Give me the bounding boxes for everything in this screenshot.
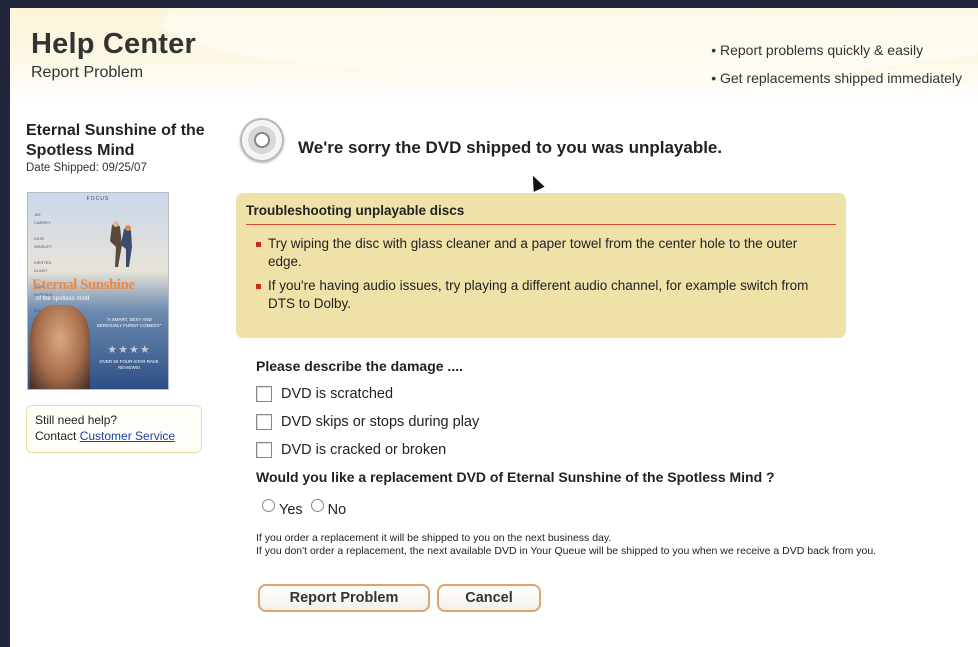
date-shipped: Date Shipped: 09/25/07: [26, 162, 147, 174]
poster-quote: "A SMART, SEXY AND SERIOUSLY FUNNY COMED…: [96, 317, 162, 328]
yes-radio[interactable]: [262, 498, 275, 512]
mouse-cursor-icon: [527, 173, 545, 192]
no-label: No: [327, 502, 347, 518]
replacement-question: Would you like a replacement DVD of Eter…: [256, 469, 775, 485]
checkbox-label: DVD is scratched: [281, 386, 394, 402]
help-text: Still need help?: [35, 413, 118, 427]
page-subtitle: Report Problem: [31, 64, 144, 81]
sorry-message: We're sorry the DVD shipped to you was u…: [298, 138, 723, 157]
troubleshooting-title: Troubleshooting unplayable discs: [246, 203, 836, 225]
yes-label: Yes: [279, 502, 303, 518]
movie-title: Eternal Sunshine of the Spotless Mind: [26, 122, 205, 159]
contact-prefix: Contact: [35, 429, 80, 443]
movie-poster-image: FOCUS JIM CARREY KATE WINSLET KIRSTEN DU…: [27, 192, 169, 390]
cancel-button[interactable]: Cancel: [437, 584, 541, 612]
header: Help Center Report Problem • Report prob…: [10, 8, 978, 100]
poster-couple-illustration: [110, 221, 132, 267]
sidebar: Eternal Sunshine of the Spotless Mind Da…: [26, 121, 216, 453]
feature-list: • Report problems quickly & easily • Get…: [711, 36, 962, 92]
help-box: Still need help? Contact Customer Servic…: [26, 405, 202, 453]
damage-option-cracked: DVD is cracked or broken: [256, 442, 446, 458]
help-center-page: Help Center Report Problem • Report prob…: [10, 8, 978, 647]
poster-face-photo: [30, 305, 90, 389]
checkbox-label: DVD is cracked or broken: [281, 442, 447, 458]
skips-checkbox[interactable]: [256, 414, 272, 430]
customer-service-link[interactable]: Customer Service: [80, 429, 175, 443]
poster-logo: Eternal Sunshine: [32, 277, 135, 293]
poster-studio: FOCUS: [86, 196, 110, 202]
scratched-checkbox[interactable]: [256, 386, 272, 402]
tip-item: Try wiping the disc with glass cleaner a…: [256, 235, 828, 271]
checkbox-label: DVD skips or stops during play: [281, 414, 480, 430]
feature-item: • Report problems quickly & easily: [711, 42, 924, 58]
damage-option-skips: DVD skips or stops during play: [256, 414, 479, 430]
troubleshooting-tips: Try wiping the disc with glass cleaner a…: [246, 235, 836, 313]
no-radio[interactable]: [310, 498, 324, 512]
replacement-radio-group: Yes No: [262, 498, 354, 518]
poster-reviews: OVER 50 FOUR-STAR RAVE REVIEWS!: [99, 359, 159, 370]
damage-prompt: Please describe the damage ....: [256, 358, 463, 374]
poster-stars: ★★★★: [107, 344, 151, 356]
disc-icon: [240, 118, 284, 162]
troubleshooting-box: Troubleshooting unplayable discs Try wip…: [236, 193, 846, 338]
cracked-checkbox[interactable]: [256, 442, 272, 458]
damage-option-scratched: DVD is scratched: [256, 386, 393, 402]
contact-line: Contact Customer Service: [35, 428, 193, 444]
note-line: If you order a replacement it will be sh…: [256, 532, 612, 544]
poster-logo-subtitle: of the spotless mind: [36, 296, 90, 302]
tip-item: If you're having audio issues, try playi…: [256, 277, 828, 313]
page-title: Help Center: [31, 28, 196, 60]
feature-item: • Get replacements shipped immediately: [711, 70, 962, 86]
report-problem-button[interactable]: Report Problem: [258, 584, 430, 612]
replacement-note: If you order a replacement it will be sh…: [256, 532, 936, 558]
note-line: If you don't order a replacement, the ne…: [256, 545, 877, 557]
